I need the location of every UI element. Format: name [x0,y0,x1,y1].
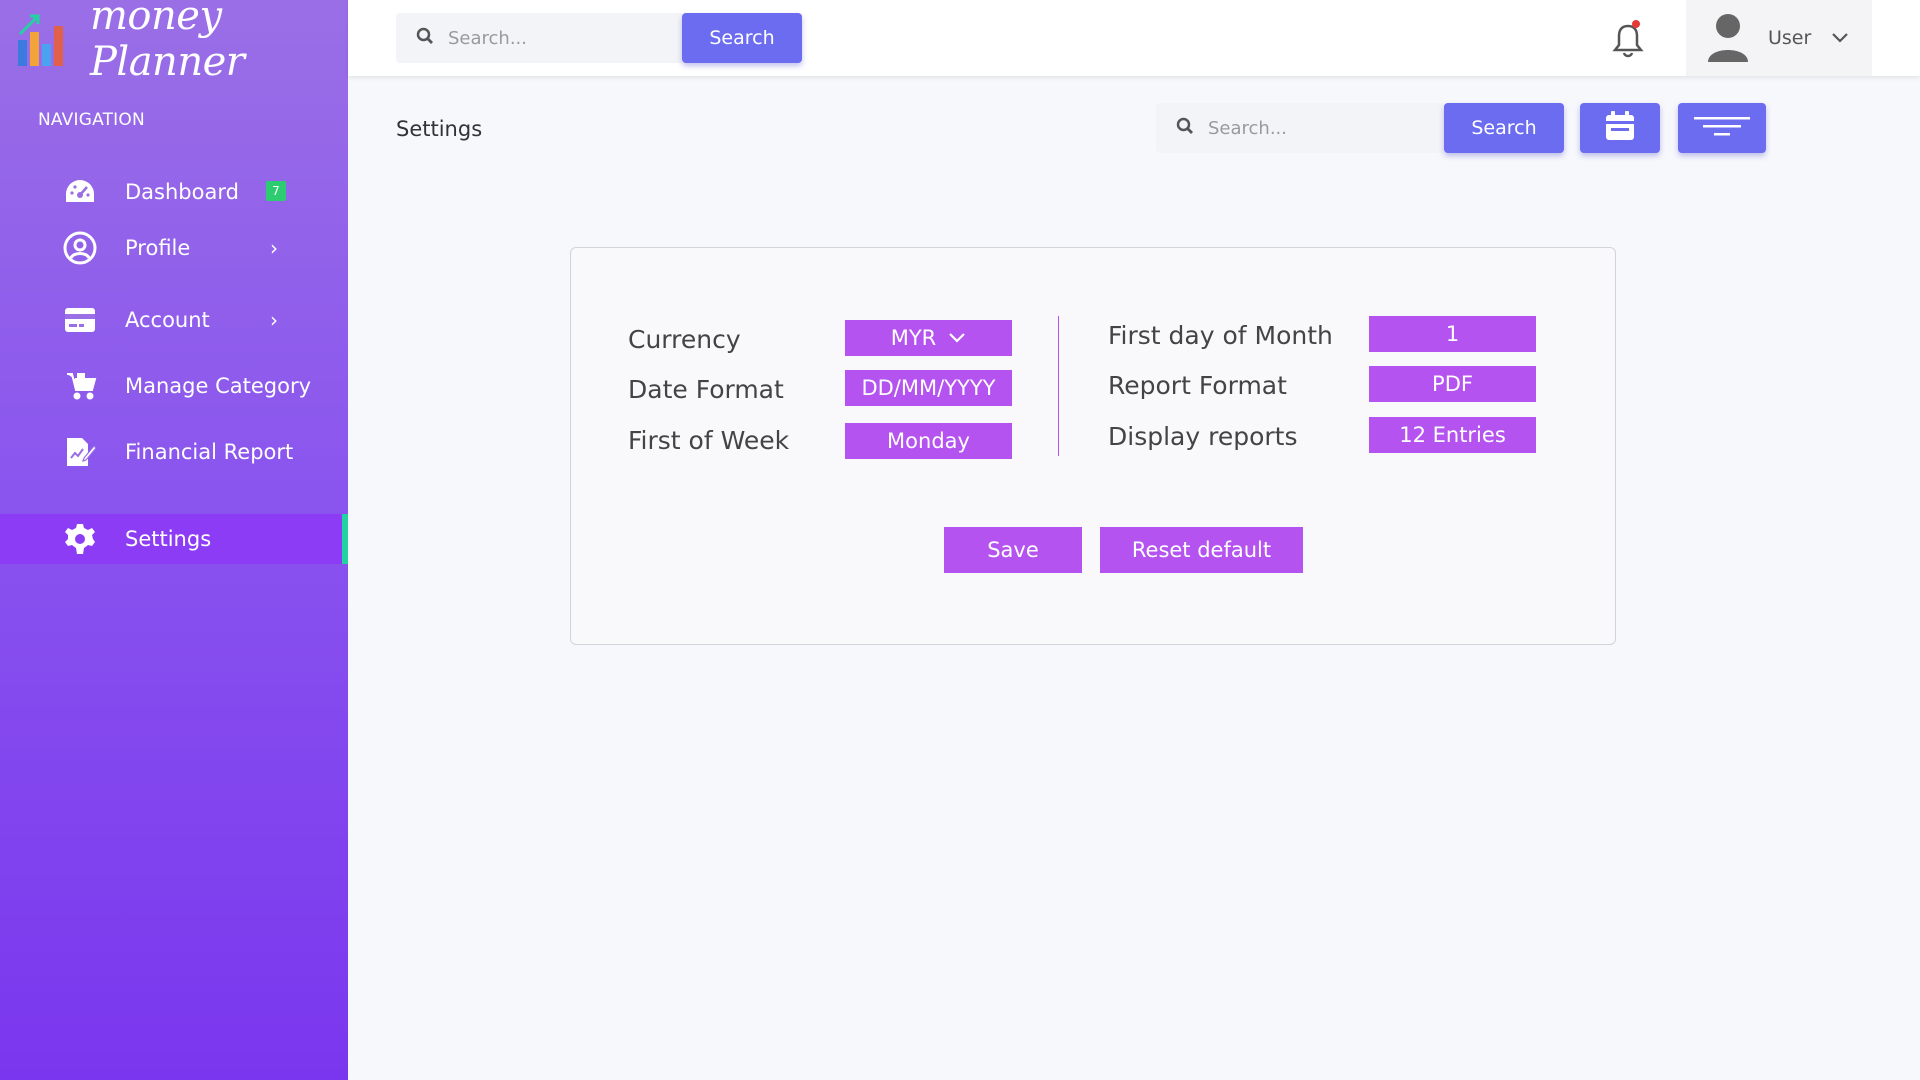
report-edit-icon [62,434,98,470]
search-icon [1176,117,1194,139]
search-icon [416,27,434,49]
logo-text: money Planner [90,0,245,85]
chevron-right-icon: › [270,236,278,260]
notification-badge: 7 [266,181,286,201]
date-format-select[interactable]: DD/MM/YYYY [845,370,1012,406]
top-bar: Search User [348,0,1920,76]
app-logo[interactable]: money Planner [16,0,348,85]
user-circle-icon [62,230,98,266]
credit-card-icon [62,302,98,338]
currency-value: MYR [890,326,937,350]
page-search-box [1156,103,1444,153]
report-format-label: Report Format [1108,371,1287,400]
chevron-right-icon: › [270,308,278,332]
first-day-of-month-select[interactable]: 1 [1369,316,1536,352]
notification-bell-icon[interactable] [1610,20,1646,60]
currency-select[interactable]: MYR [845,320,1012,356]
sidebar: money Planner NAVIGATION Dashboard 7 Pro… [0,0,348,1080]
gear-icon [62,521,98,557]
sidebar-item-financial-report[interactable]: Financial Report [0,426,348,478]
column-divider [1058,316,1059,456]
filter-button[interactable] [1678,103,1766,153]
user-menu[interactable]: User [1686,0,1872,76]
dashboard-gauge-icon [62,174,98,210]
header-search-button[interactable]: Search [682,13,802,63]
sidebar-item-label: Profile [125,236,191,260]
header-search-box [396,13,682,63]
sidebar-item-label: Account [125,308,210,332]
sidebar-item-profile[interactable]: Profile › [0,222,348,274]
display-reports-label: Display reports [1108,422,1298,451]
reset-default-button[interactable]: Reset default [1100,527,1303,573]
header-search-input[interactable] [448,27,648,49]
sidebar-item-settings[interactable]: Settings [0,514,348,564]
avatar-icon [1706,12,1750,64]
first-of-week-select[interactable]: Monday [845,423,1012,459]
sidebar-item-label: Settings [125,527,212,551]
page-search-input[interactable] [1208,117,1408,139]
sidebar-item-label: Financial Report [125,440,294,464]
first-of-week-label: First of Week [628,426,790,455]
currency-label: Currency [628,325,741,354]
sidebar-item-label: Dashboard [125,180,239,204]
display-reports-select[interactable]: 12 Entries [1369,417,1536,453]
calendar-icon [1604,110,1636,146]
date-format-label: Date Format [628,375,784,404]
report-format-select[interactable]: PDF [1369,366,1536,402]
bar-chart-logo-icon [16,10,72,68]
page-title: Settings [396,117,483,141]
sidebar-item-account[interactable]: Account › [0,294,348,346]
calendar-button[interactable] [1580,103,1660,153]
sidebar-item-manage-category[interactable]: Manage Category [0,360,348,412]
sidebar-item-label: Manage Category [125,374,312,398]
header-search: Search [396,13,802,63]
nav-heading: NAVIGATION [38,110,145,130]
save-button[interactable]: Save [944,527,1082,573]
page-search: Search [1156,103,1564,153]
filter-lines-icon [1694,115,1750,141]
chevron-down-icon [1831,29,1849,48]
user-name: User [1768,27,1812,49]
chevron-down-icon [948,332,966,344]
first-day-of-month-label: First day of Month [1108,321,1333,350]
page-search-button[interactable]: Search [1444,103,1564,153]
sidebar-item-dashboard[interactable]: Dashboard 7 [0,166,348,218]
stroller-icon [62,368,98,404]
